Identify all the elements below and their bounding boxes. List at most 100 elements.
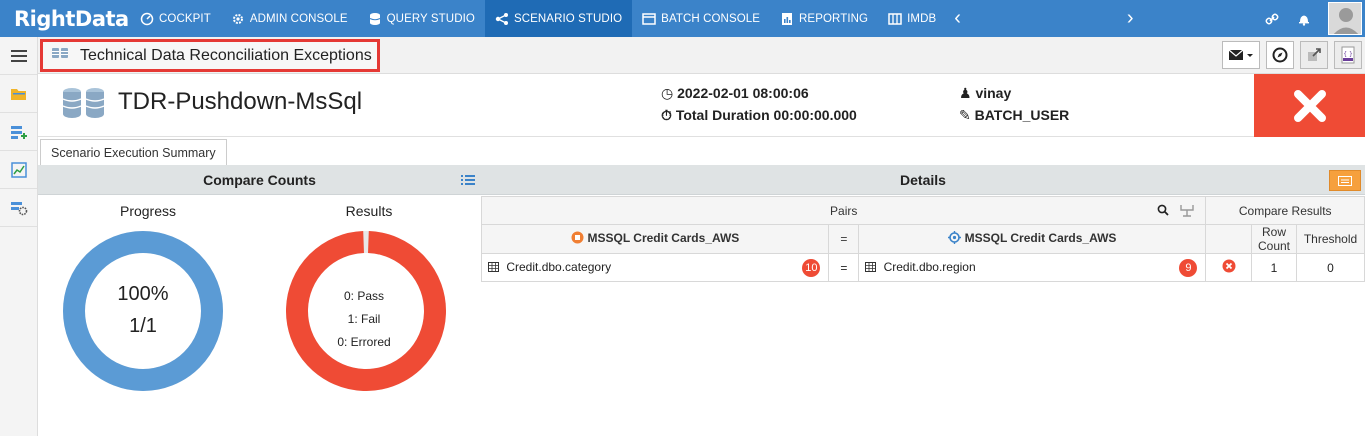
progress-arc (63, 231, 223, 391)
compass-button[interactable] (1266, 41, 1294, 69)
scenario-users: ♟ vinay ✎ BATCH_USER (959, 82, 1069, 126)
nav-label: SCENARIO STUDIO (513, 12, 623, 25)
nav-query-studio[interactable]: QUERY STUDIO (358, 0, 485, 37)
left-sidebar (0, 37, 38, 436)
details-toggle-button[interactable] (1329, 170, 1361, 191)
target-count-badge: 9 (1179, 259, 1198, 277)
gear-icon (231, 12, 245, 26)
threshold-header: Threshold (1296, 224, 1365, 254)
scenario-datetime: 2022-02-01 08:00:06 (677, 85, 809, 101)
nav-scroll-right-icon[interactable]: › (1119, 0, 1142, 37)
table-icon (865, 261, 877, 275)
hamburger-menu-icon[interactable] (0, 37, 37, 75)
scenario-icon (495, 12, 509, 26)
report-icon (780, 12, 794, 26)
top-nav: RightData COCKPIT ADMIN CONSOLE QUERY ST… (0, 0, 1365, 37)
threshold-cell: 0 (1296, 253, 1365, 282)
compare-counts-title: Compare Counts (203, 171, 316, 188)
scenario-db-icon (51, 46, 69, 65)
target-header-label: MSSQL Credit Cards_AWS (964, 231, 1117, 246)
nav-label: ADMIN CONSOLE (249, 12, 348, 25)
scenario-duration: Total Duration 00:00:00.000 (675, 107, 857, 123)
svg-text:{ }: { } (1343, 51, 1353, 58)
target-db-icon (948, 231, 962, 247)
nav-label: COCKPIT (159, 12, 211, 25)
page-title: Technical Data Reconciliation Exceptions (80, 46, 372, 64)
eq-header: = (828, 224, 860, 254)
details-title: Details (900, 171, 946, 188)
pencil-icon: ✎ (959, 107, 971, 123)
link-icon[interactable] (1256, 0, 1288, 37)
batch-icon (642, 12, 656, 26)
results-fail-arc (286, 231, 446, 391)
source-db-icon (571, 231, 584, 247)
imdb-icon (888, 12, 902, 26)
progress-fraction: 1/1 (129, 315, 157, 337)
list-icon[interactable] (461, 173, 475, 189)
cockpit-icon (140, 12, 154, 26)
image-chart-icon[interactable] (0, 151, 37, 189)
target-header: MSSQL Credit Cards_AWS (858, 224, 1207, 254)
nav-admin-console[interactable]: ADMIN CONSOLE (221, 0, 358, 37)
split-icon[interactable] (1179, 203, 1195, 220)
title-bar: Technical Data Reconciliation Exceptions… (38, 37, 1365, 74)
nav-label: REPORTING (799, 12, 869, 25)
target-table-name[interactable]: Credit.dbo.region (884, 260, 976, 274)
progress-donut (63, 231, 223, 391)
row-count-cell: 1 (1250, 253, 1298, 282)
scenario-name: TDR-Pushdown-MsSql (118, 88, 363, 115)
compare-counts-header: Compare Counts (38, 165, 481, 195)
status-failed-badge (1254, 74, 1365, 137)
source-header: MSSQL Credit Cards_AWS (480, 224, 830, 254)
stopwatch-icon: ⏱ (661, 107, 672, 123)
results-pass: 0: Pass (343, 289, 385, 303)
page-title-box: Technical Data Reconciliation Exceptions (40, 39, 380, 72)
progress-percent: 100% (117, 283, 169, 305)
fail-status-icon (1222, 259, 1236, 273)
nav-imdb[interactable]: IMDB (878, 0, 946, 37)
tab-row: Scenario Execution Summary (38, 137, 1365, 166)
app-logo[interactable]: RightData (0, 0, 130, 37)
nav-scenario-studio[interactable]: SCENARIO STUDIO (484, 0, 633, 37)
tab-scenario-execution-summary[interactable]: Scenario Execution Summary (40, 139, 227, 166)
nav-scroll-left-icon[interactable]: ‹ (946, 0, 969, 37)
eq-cell: = (828, 253, 860, 282)
folder-icon[interactable] (0, 75, 37, 113)
table-row[interactable]: Credit.dbo.category 10 = Credit.dbo.regi… (480, 253, 1365, 282)
target-table-cell: Credit.dbo.region 9 (858, 253, 1207, 282)
table-icon (488, 261, 499, 275)
summary-content: Compare Counts Details Progress 100% 1/1… (38, 165, 1365, 436)
add-scenario-icon[interactable] (0, 113, 37, 151)
source-table-cell: Credit.dbo.category 10 (480, 253, 830, 282)
nav-batch-console[interactable]: BATCH CONSOLE (632, 0, 770, 37)
nav-reporting[interactable]: REPORTING (770, 0, 878, 37)
source-count-badge: 10 (802, 259, 821, 277)
close-icon (1293, 89, 1326, 122)
scenario-batch-user: BATCH_USER (974, 107, 1070, 123)
results-label: Results (345, 203, 393, 219)
scenario-settings-icon[interactable] (0, 189, 37, 227)
results-errored: 0: Errored (337, 335, 391, 349)
clock-icon: ◷ (661, 85, 674, 101)
progress-label: Progress (119, 203, 177, 219)
bell-icon[interactable] (1288, 0, 1320, 37)
json-export-button[interactable]: { } (1334, 41, 1362, 69)
external-link-button[interactable] (1300, 41, 1328, 69)
database-icon (368, 12, 382, 26)
status-col-header (1205, 224, 1252, 254)
nav-cockpit[interactable]: COCKPIT (130, 0, 221, 37)
user-avatar[interactable] (1328, 2, 1362, 35)
details-table: Pairs Compare Results MSSQL Credit Cards… (480, 196, 1365, 282)
source-header-label: MSSQL Credit Cards_AWS (587, 231, 740, 246)
email-dropdown-button[interactable] (1222, 41, 1260, 69)
nav-label: IMDB (907, 12, 937, 25)
scenario-db-icon (62, 87, 106, 124)
scenario-header: TDR-Pushdown-MsSql ◷ 2022-02-01 08:00:06… (38, 74, 1365, 137)
compare-results-header: Compare Results (1205, 196, 1365, 225)
nav-label: BATCH CONSOLE (661, 12, 761, 25)
scenario-timing: ◷ 2022-02-01 08:00:06 ⏱ Total Duration 0… (661, 82, 857, 126)
source-table-name[interactable]: Credit.dbo.category (506, 260, 611, 274)
details-header: Details (481, 165, 1365, 195)
results-donut (286, 231, 446, 391)
search-icon[interactable] (1157, 204, 1170, 219)
